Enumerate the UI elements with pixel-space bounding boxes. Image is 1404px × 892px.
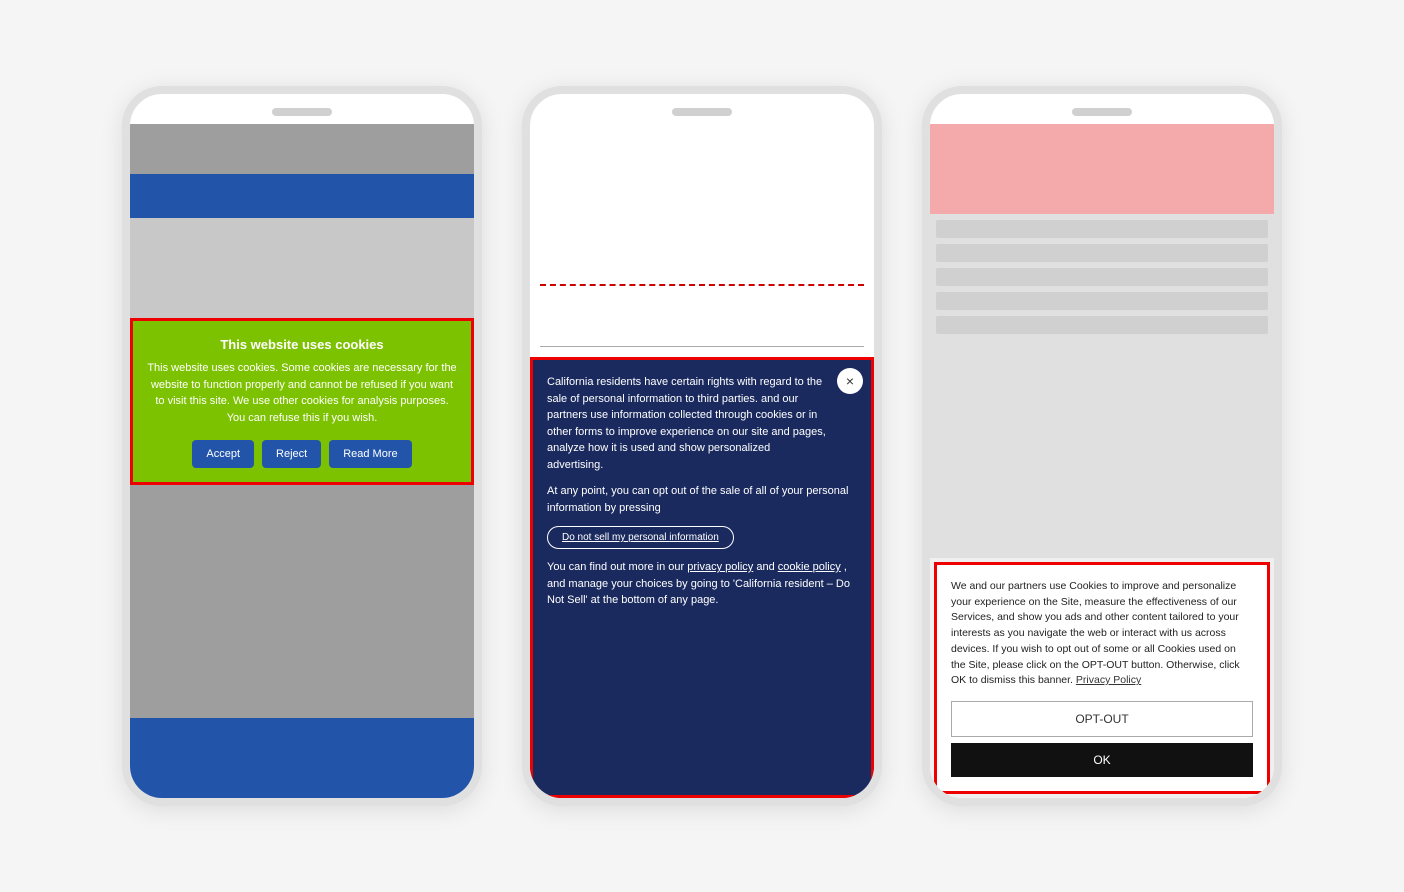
phone-1: This website uses cookies This website u… xyxy=(122,86,482,806)
phone-2-content: × California residents have certain righ… xyxy=(530,124,874,798)
phone-2-speaker xyxy=(672,108,732,116)
phone-3-gray-bars xyxy=(930,214,1274,558)
phone-3-pink-bar xyxy=(930,124,1274,214)
phone-1-reject-button[interactable]: Reject xyxy=(262,440,321,468)
phone-1-accept-button[interactable]: Accept xyxy=(192,440,254,468)
phone-3-gray-line-4 xyxy=(936,292,1268,310)
phone-3-gray-line-3 xyxy=(936,268,1268,286)
phone-2-white-mid xyxy=(530,286,874,346)
do-not-sell-link: information xyxy=(669,532,718,543)
phone-2-white-mid2 xyxy=(530,347,874,357)
phone-3: We and our partners use Cookies to impro… xyxy=(922,86,1282,806)
phone-3-privacy-policy-link[interactable]: Privacy Policy xyxy=(1076,674,1141,686)
phone-3-screen: We and our partners use Cookies to impro… xyxy=(930,124,1274,798)
phone-1-read-more-button[interactable]: Read More xyxy=(329,440,411,468)
phone-2-cookie-policy-link[interactable]: cookie policy xyxy=(778,561,841,573)
phone-3-gray-line-1 xyxy=(936,220,1268,238)
phones-container: This website uses cookies This website u… xyxy=(82,46,1322,846)
do-not-sell-prefix: Do not sell my personal xyxy=(562,532,669,543)
phone-3-ok-button[interactable]: OK xyxy=(951,743,1253,777)
phone-3-cookie-banner: We and our partners use Cookies to impro… xyxy=(934,562,1270,794)
phone-3-gray-line-5 xyxy=(936,316,1268,334)
phone-1-content: This website uses cookies This website u… xyxy=(130,124,474,798)
phone-2-cookie-text3: You can find out more in our privacy pol… xyxy=(547,559,857,609)
phone-3-gray-line-2 xyxy=(936,244,1268,262)
phone-1-bottom-gray xyxy=(130,485,474,718)
phone-2-white-top xyxy=(530,124,874,284)
close-icon: × xyxy=(846,373,854,389)
phone-1-top-gray xyxy=(130,124,474,174)
phone-2-screen: × California residents have certain righ… xyxy=(530,124,874,798)
phone-2-cookie-text1: California residents have certain rights… xyxy=(547,374,857,473)
phone-3-speaker xyxy=(1072,108,1132,116)
phone-1-mid-gray xyxy=(130,218,474,318)
phone-2: × California residents have certain righ… xyxy=(522,86,882,806)
phone-2-text2-label: At any point, you can opt out of the sal… xyxy=(547,485,848,514)
phone-3-opt-out-button[interactable]: OPT-OUT xyxy=(951,701,1253,737)
phone-1-cookie-banner: This website uses cookies This website u… xyxy=(130,318,474,485)
phone-3-cookie-text: We and our partners use Cookies to impro… xyxy=(951,579,1253,689)
phone-2-privacy-policy-link[interactable]: privacy policy xyxy=(687,561,753,573)
phone-3-content: We and our partners use Cookies to impro… xyxy=(930,124,1274,798)
phone-1-screen: This website uses cookies This website u… xyxy=(130,124,474,798)
phone-1-cookie-text: This website uses cookies. Some cookies … xyxy=(147,360,457,426)
phone-1-bottom-blue xyxy=(130,718,474,798)
phone-1-blue-bar xyxy=(130,174,474,218)
phone-2-and: and xyxy=(756,561,774,573)
phone-2-cookie-text2: At any point, you can opt out of the sal… xyxy=(547,483,857,516)
phone-3-cookie-text-body: We and our partners use Cookies to impro… xyxy=(951,580,1240,687)
phone-1-speaker xyxy=(272,108,332,116)
phone-2-cookie-banner: × California residents have certain righ… xyxy=(530,357,874,798)
phone-1-cookie-title: This website uses cookies xyxy=(147,337,457,352)
phone-2-text3-start: You can find out more in our xyxy=(547,561,684,573)
phone-2-do-not-sell-button[interactable]: Do not sell my personal information xyxy=(547,526,734,549)
phone-2-close-button[interactable]: × xyxy=(837,368,863,394)
phone-1-cookie-buttons: Accept Reject Read More xyxy=(147,440,457,468)
